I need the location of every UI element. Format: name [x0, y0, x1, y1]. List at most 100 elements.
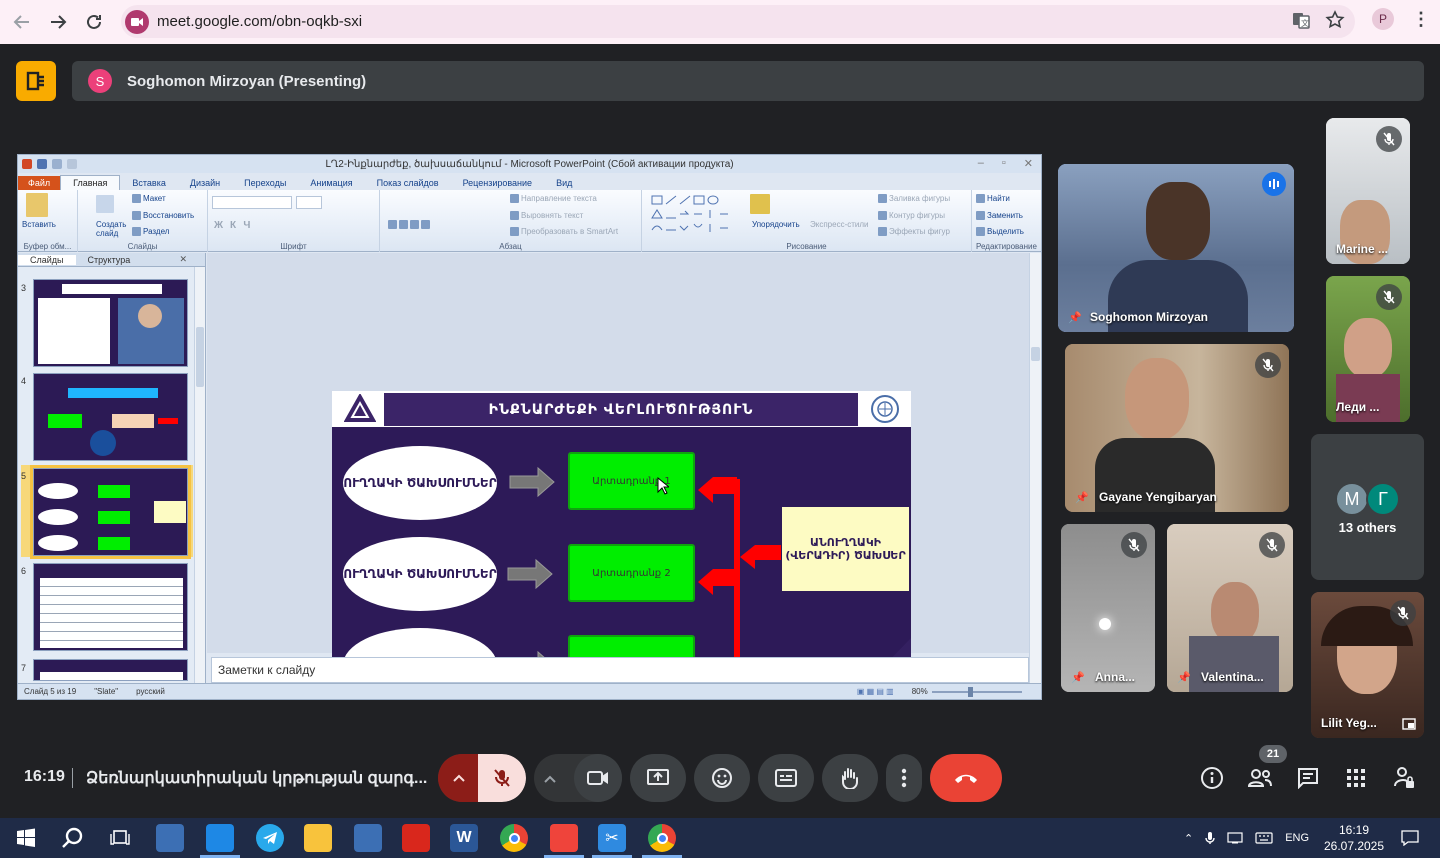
more-options-button[interactable]	[886, 754, 922, 802]
shapes-gallery[interactable]	[650, 194, 746, 236]
tab-file[interactable]: Файл	[18, 176, 61, 190]
address-bar[interactable]: meet.google.com/obn-oqkb-sxi 文	[121, 5, 1355, 38]
back-button[interactable]	[4, 4, 40, 40]
network-app-icon[interactable]	[156, 824, 184, 852]
editor-scrollbar[interactable]	[1029, 253, 1041, 683]
snipping-tool-icon[interactable]: ✂	[598, 824, 626, 852]
video-options-button[interactable]	[544, 770, 556, 788]
panel-tab-slides[interactable]: Слайды	[18, 254, 76, 265]
system-clock[interactable]: 16:19 26.07.2025	[1322, 822, 1386, 854]
browser-menu-icon[interactable]: ⋮	[1412, 9, 1430, 30]
participant-tile-marine[interactable]: Marine ...	[1326, 118, 1410, 264]
raise-hand-button[interactable]	[822, 754, 878, 802]
search-icon[interactable]	[58, 824, 86, 852]
notifications-icon[interactable]	[1396, 824, 1424, 852]
panel-tab-outline[interactable]: Структура	[76, 255, 143, 265]
windows-start-icon[interactable]	[12, 824, 40, 852]
layout-button[interactable]: Макет	[132, 194, 166, 204]
smartart-button[interactable]: Преобразовать в SmartArt	[510, 227, 618, 237]
font-format-buttons[interactable]: ЖКЧ	[214, 220, 257, 231]
pip-icon[interactable]	[1402, 718, 1416, 730]
captions-button[interactable]	[758, 754, 814, 802]
tab-home[interactable]: Главная	[60, 175, 121, 190]
new-slide-button[interactable]	[96, 195, 116, 213]
others-tile[interactable]: M Г 13 others	[1311, 434, 1424, 580]
quick-styles-label[interactable]: Экспресс-стили	[810, 220, 869, 229]
select-button[interactable]: Выделить	[976, 227, 1024, 237]
audio-options-button[interactable]	[438, 754, 480, 802]
task-view-icon[interactable]	[106, 824, 134, 852]
profile-avatar[interactable]: P	[1372, 8, 1394, 30]
mic-toggle-button[interactable]	[478, 754, 526, 802]
minimize-icon[interactable]: –	[978, 157, 984, 170]
slide-notes[interactable]: Заметки к слайду	[211, 657, 1029, 683]
participant-tile-valentina[interactable]: 📌 Valentina...	[1167, 524, 1293, 692]
people-button[interactable]	[1246, 764, 1274, 792]
arrange-button[interactable]	[750, 194, 772, 214]
current-slide[interactable]: ԻՆՔՆԱՐԺԵՔԻ ՎԵՐԼՈՒԾՈՒԹՅՈՒՆ ՈՒՂՂԱԿԻ ԾԱԽՍՈՒ…	[332, 391, 911, 699]
reload-button[interactable]	[76, 4, 112, 40]
slide-thumbnail-6[interactable]	[33, 563, 188, 651]
font-size-select[interactable]	[296, 196, 322, 209]
reactions-button[interactable]	[694, 754, 750, 802]
maximize-icon[interactable]: ▫	[1002, 157, 1006, 170]
slide-thumbnail-7[interactable]	[33, 659, 188, 681]
participant-tile-ledi[interactable]: Леди ...	[1326, 276, 1410, 422]
reset-button[interactable]: Восстановить	[132, 211, 194, 221]
shape-outline-button[interactable]: Контур фигуры	[878, 211, 945, 221]
host-controls-button[interactable]	[1390, 764, 1418, 792]
file-explorer-icon[interactable]	[304, 824, 332, 852]
site-info-icon[interactable]	[125, 9, 149, 34]
tab-design[interactable]: Дизайн	[178, 176, 232, 190]
slide-thumbnail-3[interactable]	[33, 279, 188, 367]
tab-view[interactable]: Вид	[544, 176, 584, 190]
tab-slideshow[interactable]: Показ слайдов	[365, 176, 451, 190]
tab-insert[interactable]: Вставка	[120, 176, 177, 190]
slide-thumbnail-4[interactable]	[33, 373, 188, 461]
meeting-info-button[interactable]	[1198, 764, 1226, 792]
telegram-icon[interactable]	[256, 824, 284, 852]
participant-tile-soghomon[interactable]: 📌 Soghomon Mirzoyan	[1058, 164, 1294, 332]
align-text-button[interactable]: Выровнять текст	[510, 211, 583, 221]
bookmark-star-icon[interactable]	[1325, 10, 1345, 30]
microphone-icon[interactable]	[1205, 831, 1215, 845]
anydesk-icon[interactable]	[550, 824, 578, 852]
shape-effects-button[interactable]: Эффекты фигур	[878, 227, 950, 237]
translate-icon[interactable]: 文	[1291, 10, 1311, 30]
chrome-icon[interactable]	[500, 824, 528, 852]
view-buttons[interactable]: ▣ ▦ ▤ ▥	[857, 687, 894, 696]
section-button[interactable]: Раздел	[132, 227, 169, 237]
zoom-slider[interactable]	[931, 686, 1022, 697]
tray-chevron-icon[interactable]: ⌃	[1184, 832, 1193, 845]
font-name-select[interactable]	[212, 196, 292, 209]
text-direction-button[interactable]: Направление текста	[510, 194, 597, 204]
replace-button[interactable]: Заменить	[976, 211, 1023, 221]
forward-button[interactable]	[40, 4, 76, 40]
participant-tile-lilit[interactable]: Lilit Yeg...	[1311, 592, 1424, 738]
leave-call-button[interactable]	[930, 754, 1002, 802]
network-icon[interactable]	[1227, 832, 1243, 844]
close-icon[interactable]: ✕	[1024, 157, 1033, 170]
tab-transitions[interactable]: Переходы	[232, 176, 298, 190]
find-button[interactable]: Найти	[976, 194, 1010, 204]
present-button[interactable]	[630, 754, 686, 802]
keyboard-icon[interactable]	[1255, 832, 1273, 844]
language-indicator[interactable]: ENG	[1285, 832, 1309, 844]
shape-fill-button[interactable]: Заливка фигуры	[878, 194, 950, 204]
alignment-buttons[interactable]	[388, 220, 432, 230]
slide-thumbnail-5[interactable]	[30, 465, 191, 559]
word-icon[interactable]: W	[450, 824, 478, 852]
acrobat-icon[interactable]	[402, 824, 430, 852]
activities-button[interactable]	[1342, 764, 1370, 792]
paste-button[interactable]	[26, 193, 50, 217]
store-icon[interactable]	[206, 824, 234, 852]
panel-close-icon[interactable]: ✕	[167, 254, 199, 265]
participant-tile-anna[interactable]: 📌 Anna...	[1061, 524, 1155, 692]
chrome-profile-icon[interactable]	[648, 824, 676, 852]
camera-toggle-button[interactable]	[574, 754, 622, 802]
tab-review[interactable]: Рецензирование	[451, 176, 545, 190]
participant-tile-gayane[interactable]: 📌 Gayane Yengibaryan	[1065, 344, 1289, 512]
calculator-icon[interactable]	[354, 824, 382, 852]
tab-animations[interactable]: Анимация	[298, 176, 364, 190]
presentation-icon[interactable]	[16, 61, 56, 101]
